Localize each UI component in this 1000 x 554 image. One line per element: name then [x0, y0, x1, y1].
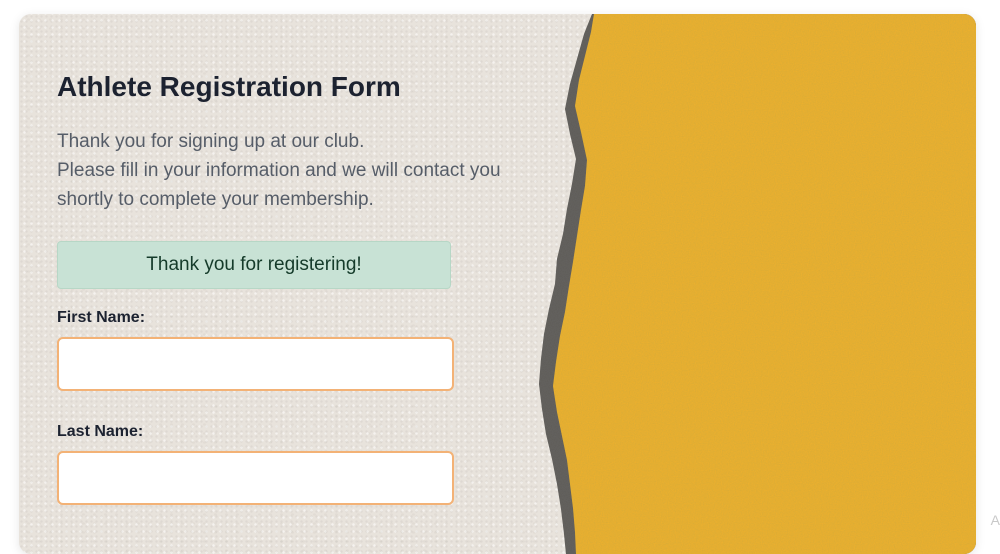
intro-line: Please fill in your information and we w… — [57, 160, 501, 181]
last-name-label: Last Name: — [57, 423, 144, 440]
edge-cutoff-glyph: A — [990, 512, 1000, 528]
first-name-input[interactable] — [57, 337, 454, 391]
intro-line: shortly to complete your membership. — [57, 189, 374, 210]
form-title: Athlete Registration Form — [57, 71, 401, 102]
last-name-input[interactable] — [57, 451, 454, 505]
first-name-label: First Name: — [57, 309, 146, 326]
intro-line: Thank you for signing up at our club. — [57, 131, 365, 152]
registration-card: Athlete Registration Form Thank you for … — [19, 14, 976, 554]
success-message: Thank you for registering! — [57, 241, 451, 289]
form-intro-text: Thank you for signing up at our club. Pl… — [57, 127, 537, 214]
